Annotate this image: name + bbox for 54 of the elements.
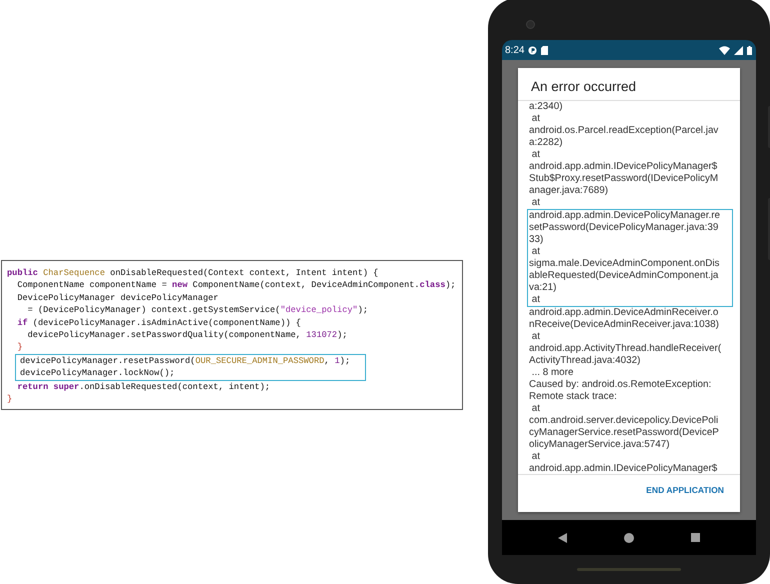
stack-trace-line: a:2340)	[529, 101, 562, 113]
signal-icon	[734, 46, 743, 54]
code-line: }	[7, 393, 12, 406]
stack-trace-line: nReceive(DeviceAdminReceiver.java:1038)	[529, 319, 719, 331]
stack-trace-line: ableRequested(DeviceAdminComponent.ja	[529, 270, 718, 282]
back-icon[interactable]	[558, 532, 568, 542]
stack-trace-line: at	[530, 149, 540, 161]
stack-trace-line: android.app.ActivityThread.handleReceiver(	[529, 343, 722, 355]
stack-trace-line: va:21)	[529, 282, 556, 294]
notification-icon	[528, 46, 538, 54]
code-line: public CharSequence onDisableRequested(Context context, Intent intent) {	[7, 267, 378, 280]
code-line: DevicePolicyManager devicePolicyManager	[16, 292, 218, 304]
stack-trace-line: android.app.admin.DevicePolicyManager.re	[529, 210, 720, 222]
stack-trace-line: sigma.male.DeviceAdminComponent.onDis	[529, 258, 720, 270]
wifi-icon	[719, 46, 730, 54]
sd-card-icon	[541, 46, 548, 54]
recents-icon[interactable]	[690, 533, 700, 542]
stack-trace-line: com.android.server.devicepolicy.DevicePoli	[529, 415, 718, 427]
stack-trace-line: Caused by: android.os.RemoteException:	[529, 379, 712, 391]
dialog-title: An error occurred	[530, 78, 636, 96]
code-line: = (DevicePolicyManager) context.getSystemService("device_policy");	[26, 304, 368, 317]
code-line: devicePolicyManager.setPasswordQuality(componentName, 131072);	[26, 329, 348, 342]
home-icon[interactable]	[624, 532, 634, 542]
stack-trace-line: setPassword(DevicePolicyManager.java:39	[529, 222, 718, 234]
stack-trace-line: android.os.Parcel.readException(Parcel.jav	[529, 125, 718, 137]
stack-trace-line: at	[530, 197, 540, 209]
camera-icon	[526, 20, 535, 29]
stack-trace-line: android.app.admin.DeviceAdminReceiver.o	[529, 307, 718, 319]
stack-trace-line: ActivityThread.java:4032)	[529, 355, 640, 367]
code-line: devicePolicyManager.resetPassword(OUR_SECURE_ADMIN_PASSWORD, 1);	[20, 354, 350, 368]
stack-trace-line: a:2282)	[529, 137, 562, 149]
end-application-button[interactable]: END APPLICATION	[646, 485, 724, 495]
stack-trace-line: at	[530, 294, 540, 306]
stack-trace-line: olicyManagerService.java:5747)	[529, 439, 670, 451]
code-line: ComponentName componentName = new ComponentName(context, DeviceAdminComponent.class);	[16, 279, 456, 292]
stack-trace-line: at	[530, 403, 540, 415]
stack-trace-line: android.app.admin.IDevicePolicyManager$	[529, 161, 718, 173]
stack-trace-line: cyManagerService.resetPassword(DeviceP	[529, 427, 719, 439]
stack-trace-line: ... 8 more	[530, 367, 574, 379]
code-line: devicePolicyManager.lockNow();	[20, 367, 175, 380]
stack-trace-line: Remote stack trace:	[529, 391, 617, 403]
stack-trace-line: android.app.admin.IDevicePolicyManager$	[529, 463, 718, 474]
code-line: if (devicePolicyManager.isAdminActive(componentName)) {	[16, 316, 301, 330]
battery-icon	[747, 46, 752, 54]
stack-trace-line: anager.java:7689)	[529, 185, 608, 197]
stack-trace-line: at	[530, 113, 540, 125]
stack-trace-line: at	[530, 331, 540, 343]
code-line: return super.onDisableRequested(context, intent);	[16, 380, 270, 394]
stack-trace-line: Stub$Proxy.resetPassword(IDevicePolicyM	[529, 173, 718, 185]
stack-trace-line: at	[530, 451, 540, 463]
stack-trace-line: 33)	[529, 234, 544, 246]
stack-trace-line: at	[530, 246, 540, 258]
code-line: }	[16, 341, 22, 354]
clock: 8:24	[505, 44, 524, 56]
